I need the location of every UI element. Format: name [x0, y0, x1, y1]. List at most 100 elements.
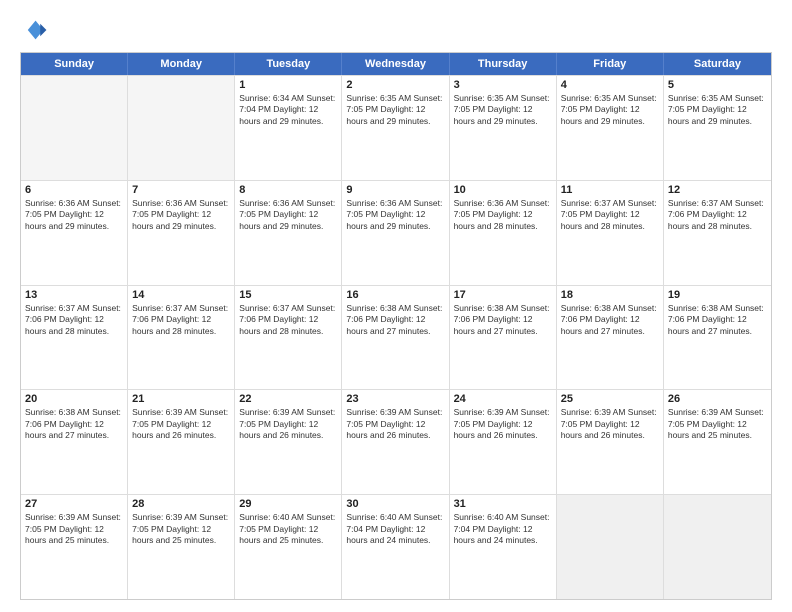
day-number: 2	[346, 79, 444, 91]
day-number: 15	[239, 289, 337, 301]
day-number: 23	[346, 393, 444, 405]
day-number: 28	[132, 498, 230, 510]
day-number: 10	[454, 184, 552, 196]
calendar-cell: 14 Sunrise: 6:37 AM Sunset: 7:06 PM Dayli…	[128, 286, 235, 390]
calendar-row-3: 13 Sunrise: 6:37 AM Sunset: 7:06 PM Dayli…	[21, 285, 771, 390]
day-detail: Sunrise: 6:35 AM Sunset: 7:05 PM Dayligh…	[668, 93, 767, 127]
calendar-cell: 9 Sunrise: 6:36 AM Sunset: 7:05 PM Daylig…	[342, 181, 449, 285]
day-number: 9	[346, 184, 444, 196]
calendar-cell: 11Sunrise: 6:37 AM Sunset: 7:05 PM Dayli…	[557, 181, 664, 285]
header-day-monday: Monday	[128, 53, 235, 75]
calendar-cell: 18Sunrise: 6:38 AM Sunset: 7:06 PM Dayli…	[557, 286, 664, 390]
day-detail: Sunrise: 6:37 AM Sunset: 7:06 PM Dayligh…	[25, 303, 123, 337]
calendar-cell: 15 Sunrise: 6:37 AM Sunset: 7:06 PM Dayli…	[235, 286, 342, 390]
day-detail: Sunrise: 6:37 AM Sunset: 7:06 PM Dayligh…	[668, 198, 767, 232]
calendar-row-2: 6 Sunrise: 6:36 AM Sunset: 7:05 PM Daylig…	[21, 180, 771, 285]
calendar-cell: 22 Sunrise: 6:39 AM Sunset: 7:05 PM Dayli…	[235, 390, 342, 494]
calendar-cell: 4 Sunrise: 6:35 AM Sunset: 7:05 PM Daylig…	[557, 76, 664, 180]
calendar-header: SundayMondayTuesdayWednesdayThursdayFrid…	[21, 53, 771, 75]
calendar-cell: 13 Sunrise: 6:37 AM Sunset: 7:06 PM Dayli…	[21, 286, 128, 390]
day-number: 4	[561, 79, 659, 91]
calendar-cell: 30Sunrise: 6:40 AM Sunset: 7:04 PM Dayli…	[342, 495, 449, 599]
header-day-wednesday: Wednesday	[342, 53, 449, 75]
header-day-friday: Friday	[557, 53, 664, 75]
day-number: 6	[25, 184, 123, 196]
calendar-cell: 12 Sunrise: 6:37 AM Sunset: 7:06 PM Dayli…	[664, 181, 771, 285]
day-detail: Sunrise: 6:38 AM Sunset: 7:06 PM Dayligh…	[346, 303, 444, 337]
day-detail: Sunrise: 6:35 AM Sunset: 7:05 PM Dayligh…	[561, 93, 659, 127]
day-detail: Sunrise: 6:37 AM Sunset: 7:06 PM Dayligh…	[239, 303, 337, 337]
calendar-cell: 29 Sunrise: 6:40 AM Sunset: 7:05 PM Dayli…	[235, 495, 342, 599]
day-number: 24	[454, 393, 552, 405]
day-number: 27	[25, 498, 123, 510]
header-day-tuesday: Tuesday	[235, 53, 342, 75]
calendar-cell: 23 Sunrise: 6:39 AM Sunset: 7:05 PM Dayli…	[342, 390, 449, 494]
calendar: SundayMondayTuesdayWednesdayThursdayFrid…	[20, 52, 772, 600]
logo-icon	[20, 16, 48, 44]
calendar-cell	[664, 495, 771, 599]
day-detail: Sunrise: 6:40 AM Sunset: 7:05 PM Dayligh…	[239, 512, 337, 546]
day-detail: Sunrise: 6:39 AM Sunset: 7:05 PM Dayligh…	[25, 512, 123, 546]
calendar-cell: 24 Sunrise: 6:39 AM Sunset: 7:05 PM Dayli…	[450, 390, 557, 494]
day-number: 26	[668, 393, 767, 405]
calendar-row-1: 1 Sunrise: 6:34 AM Sunset: 7:04 PM Daylig…	[21, 75, 771, 180]
day-detail: Sunrise: 6:38 AM Sunset: 7:06 PM Dayligh…	[454, 303, 552, 337]
calendar-row-5: 27 Sunrise: 6:39 AM Sunset: 7:05 PM Dayli…	[21, 494, 771, 599]
day-detail: Sunrise: 6:36 AM Sunset: 7:05 PM Dayligh…	[25, 198, 123, 232]
calendar-row-4: 20 Sunrise: 6:38 AM Sunset: 7:06 PM Dayli…	[21, 389, 771, 494]
day-detail: Sunrise: 6:39 AM Sunset: 7:05 PM Dayligh…	[454, 407, 552, 441]
header	[20, 16, 772, 44]
calendar-cell: 28 Sunrise: 6:39 AM Sunset: 7:05 PM Dayli…	[128, 495, 235, 599]
calendar-cell: 3Sunrise: 6:35 AM Sunset: 7:05 PM Daylig…	[450, 76, 557, 180]
calendar-cell: 1 Sunrise: 6:34 AM Sunset: 7:04 PM Daylig…	[235, 76, 342, 180]
calendar-cell: 8Sunrise: 6:36 AM Sunset: 7:05 PM Daylig…	[235, 181, 342, 285]
day-detail: Sunrise: 6:34 AM Sunset: 7:04 PM Dayligh…	[239, 93, 337, 127]
day-detail: Sunrise: 6:39 AM Sunset: 7:05 PM Dayligh…	[668, 407, 767, 441]
calendar-cell	[21, 76, 128, 180]
calendar-cell: 26 Sunrise: 6:39 AM Sunset: 7:05 PM Dayli…	[664, 390, 771, 494]
day-number: 29	[239, 498, 337, 510]
day-number: 5	[668, 79, 767, 91]
day-detail: Sunrise: 6:37 AM Sunset: 7:05 PM Dayligh…	[561, 198, 659, 232]
day-number: 1	[239, 79, 337, 91]
day-number: 17	[454, 289, 552, 301]
day-number: 20	[25, 393, 123, 405]
day-number: 31	[454, 498, 552, 510]
day-detail: Sunrise: 6:39 AM Sunset: 7:05 PM Dayligh…	[132, 512, 230, 546]
day-number: 19	[668, 289, 767, 301]
calendar-cell: 7Sunrise: 6:36 AM Sunset: 7:05 PM Daylig…	[128, 181, 235, 285]
calendar-cell: 21 Sunrise: 6:39 AM Sunset: 7:05 PM Dayli…	[128, 390, 235, 494]
day-detail: Sunrise: 6:39 AM Sunset: 7:05 PM Dayligh…	[346, 407, 444, 441]
day-number: 21	[132, 393, 230, 405]
page: SundayMondayTuesdayWednesdayThursdayFrid…	[0, 0, 792, 612]
day-detail: Sunrise: 6:38 AM Sunset: 7:06 PM Dayligh…	[25, 407, 123, 441]
day-number: 14	[132, 289, 230, 301]
day-detail: Sunrise: 6:39 AM Sunset: 7:05 PM Dayligh…	[239, 407, 337, 441]
calendar-cell: 5 Sunrise: 6:35 AM Sunset: 7:05 PM Daylig…	[664, 76, 771, 180]
logo	[20, 16, 52, 44]
day-detail: Sunrise: 6:37 AM Sunset: 7:06 PM Dayligh…	[132, 303, 230, 337]
calendar-cell: 19 Sunrise: 6:38 AM Sunset: 7:06 PM Dayli…	[664, 286, 771, 390]
header-day-sunday: Sunday	[21, 53, 128, 75]
calendar-cell: 17 Sunrise: 6:38 AM Sunset: 7:06 PM Dayli…	[450, 286, 557, 390]
day-number: 16	[346, 289, 444, 301]
calendar-cell: 10 Sunrise: 6:36 AM Sunset: 7:05 PM Dayli…	[450, 181, 557, 285]
day-number: 7	[132, 184, 230, 196]
day-detail: Sunrise: 6:36 AM Sunset: 7:05 PM Dayligh…	[239, 198, 337, 232]
calendar-cell: 20 Sunrise: 6:38 AM Sunset: 7:06 PM Dayli…	[21, 390, 128, 494]
day-detail: Sunrise: 6:36 AM Sunset: 7:05 PM Dayligh…	[454, 198, 552, 232]
day-detail: Sunrise: 6:35 AM Sunset: 7:05 PM Dayligh…	[454, 93, 552, 127]
calendar-cell: 2Sunrise: 6:35 AM Sunset: 7:05 PM Daylig…	[342, 76, 449, 180]
day-number: 13	[25, 289, 123, 301]
day-detail: Sunrise: 6:38 AM Sunset: 7:06 PM Dayligh…	[668, 303, 767, 337]
day-detail: Sunrise: 6:39 AM Sunset: 7:05 PM Dayligh…	[132, 407, 230, 441]
day-number: 22	[239, 393, 337, 405]
calendar-cell: 25Sunrise: 6:39 AM Sunset: 7:05 PM Dayli…	[557, 390, 664, 494]
day-number: 25	[561, 393, 659, 405]
day-number: 12	[668, 184, 767, 196]
calendar-cell	[128, 76, 235, 180]
day-detail: Sunrise: 6:36 AM Sunset: 7:05 PM Dayligh…	[346, 198, 444, 232]
calendar-body: 1 Sunrise: 6:34 AM Sunset: 7:04 PM Daylig…	[21, 75, 771, 599]
day-detail: Sunrise: 6:38 AM Sunset: 7:06 PM Dayligh…	[561, 303, 659, 337]
calendar-cell: 27 Sunrise: 6:39 AM Sunset: 7:05 PM Dayli…	[21, 495, 128, 599]
